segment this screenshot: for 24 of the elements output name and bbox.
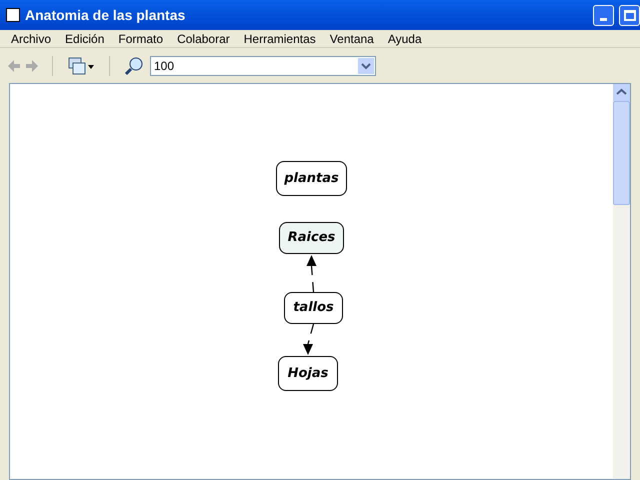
menu-item[interactable]: Archivo <box>4 30 58 48</box>
concept-node[interactable]: Hojas <box>278 356 338 391</box>
arrow <box>303 324 314 355</box>
dropdown-icon[interactable] <box>358 58 374 74</box>
scrollbar[interactable] <box>613 84 630 479</box>
menu-item[interactable]: Ayuda <box>380 30 429 48</box>
menu-item[interactable]: Formato <box>111 30 170 48</box>
arrow <box>306 255 316 292</box>
concept-node[interactable]: Raices <box>279 222 344 254</box>
app-icon <box>6 8 20 22</box>
menu-item[interactable]: Ventana <box>322 30 381 48</box>
window-title: Anatomia de las plantas <box>25 6 186 25</box>
maximize-button[interactable] <box>619 4 640 26</box>
zoom-field[interactable]: 100 <box>150 56 376 76</box>
menu-item[interactable]: Edición <box>58 30 112 48</box>
menu-item[interactable]: Herramientas <box>236 30 323 48</box>
menu-item[interactable]: Colaborar <box>170 30 237 48</box>
concept-node[interactable]: plantas <box>276 161 347 196</box>
concept-node[interactable]: tallos <box>284 292 343 324</box>
zoom-icon[interactable] <box>124 56 144 76</box>
minimize-button[interactable] <box>593 4 614 26</box>
scroll-thumb[interactable] <box>613 101 630 205</box>
window-view-icon[interactable] <box>67 56 95 74</box>
scroll-up-button[interactable] <box>613 84 630 101</box>
